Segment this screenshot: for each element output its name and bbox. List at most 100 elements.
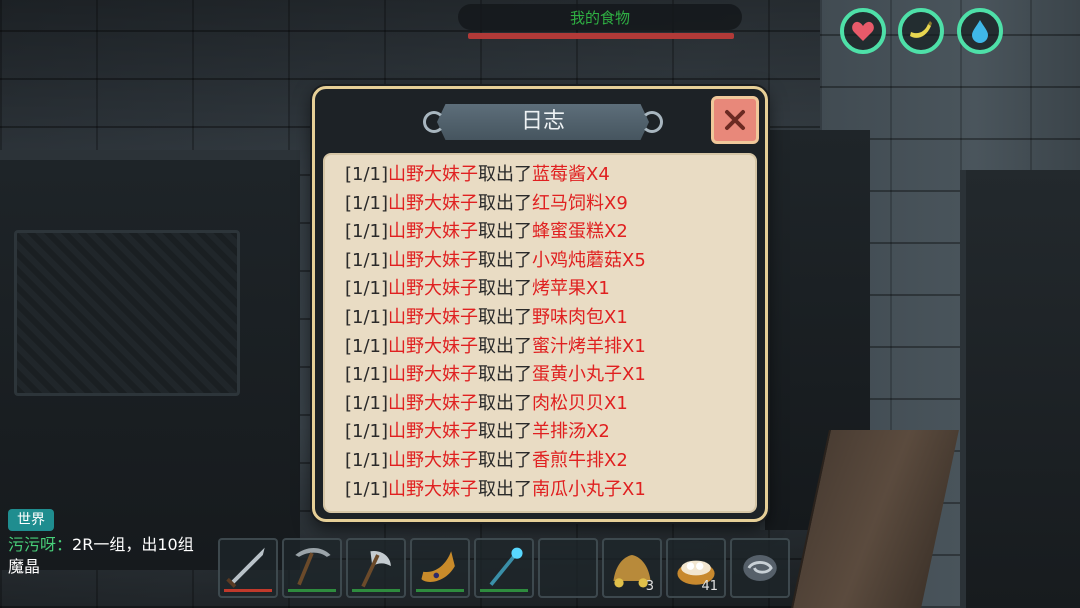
horn-icon <box>421 551 455 582</box>
chat-separator: ： <box>56 535 73 554</box>
log-entry-index: [1/1] <box>345 335 389 357</box>
log-entry-index: [1/1] <box>345 192 389 214</box>
hotbar-slot[interactable] <box>410 538 470 598</box>
log-entry-index: [1/1] <box>345 278 389 300</box>
chat-username: 污污呀 <box>8 535 57 554</box>
log-entry: [1/1]山野大妹子取出了羊排汤X2 <box>345 418 755 447</box>
log-entry-action: 取出了 <box>478 249 533 271</box>
food-progress-bar <box>468 33 734 39</box>
hunger-stat[interactable] <box>898 8 944 54</box>
item-count: 3 <box>645 579 654 594</box>
item-count: 41 <box>701 579 718 594</box>
log-entry-item: 野味肉包X1 <box>532 306 628 328</box>
swirl-stone-icon <box>743 555 777 581</box>
log-entry-index: [1/1] <box>345 306 389 328</box>
log-entry-player: 山野大妹子 <box>388 249 479 271</box>
log-entry-index: [1/1] <box>345 478 389 500</box>
food-title: 我的食物 <box>569 8 630 27</box>
log-entry-item: 蛋黄小丸子X1 <box>532 364 646 386</box>
log-entry-action: 取出了 <box>478 449 533 471</box>
log-entry: [1/1]山野大妹子取出了蜂蜜蛋糕X2 <box>345 218 755 247</box>
empty-slot-icon <box>542 542 594 594</box>
log-list[interactable]: [1/1]山野大妹子取出了蓝莓酱X4 [1/1]山野大妹子取出了红马饲料X9 [1/… <box>323 153 757 513</box>
pickaxe-icon <box>295 548 331 586</box>
log-entry-index: [1/1] <box>345 392 389 414</box>
axe-icon <box>361 550 391 588</box>
chat-channel-tab[interactable]: 世界 <box>8 509 54 531</box>
health-stat[interactable] <box>840 8 886 54</box>
log-entry-item: 肉松贝贝X1 <box>532 392 628 414</box>
hotbar-slot[interactable]: 3 <box>602 538 662 598</box>
durability-bar <box>352 589 400 592</box>
log-entry-item: 羊排汤X2 <box>532 421 610 443</box>
log-entry-player: 山野大妹子 <box>388 364 479 386</box>
log-entry-item: 蓝莓酱X4 <box>532 164 610 185</box>
wooden-cabinet-right <box>960 170 1080 608</box>
log-entry-player: 山野大妹子 <box>388 221 479 243</box>
durability-bar <box>224 589 272 592</box>
log-entry: [1/1]山野大妹子取出了蓝莓酱X4 <box>345 161 755 190</box>
hotbar-slot[interactable] <box>282 538 342 598</box>
log-entry: [1/1]山野大妹子取出了香煎牛排X2 <box>345 447 755 476</box>
log-dialog: 日志 [1/1]山野大妹子取出了蓝莓酱X4 [1/1]山野大妹子取出了红马饲料X9… <box>312 86 768 522</box>
log-entry-item: 蜂蜜蛋糕X2 <box>532 221 628 243</box>
hotbar-slot[interactable] <box>346 538 406 598</box>
food-status-bar: 我的食物 <box>458 4 742 30</box>
sword-icon <box>226 547 265 588</box>
hotbar-slot[interactable] <box>218 538 278 598</box>
log-entry: [1/1]山野大妹子取出了烤苹果X1 <box>345 275 755 304</box>
durability-bar <box>416 589 464 592</box>
hotbar-slot[interactable] <box>730 538 790 598</box>
log-entry-item: 烤苹果X1 <box>532 278 610 300</box>
log-entry-action: 取出了 <box>478 164 533 185</box>
log-entry-player: 山野大妹子 <box>388 421 479 443</box>
dialog-title: 日志 <box>520 109 565 134</box>
banana-icon <box>910 21 932 38</box>
hotbar-slot[interactable] <box>474 538 534 598</box>
log-entry: [1/1]山野大妹子取出了南瓜小丸子X1 <box>345 476 755 505</box>
wooden-cabinet-left <box>0 150 300 570</box>
log-entry-index: [1/1] <box>345 249 389 271</box>
log-entry: [1/1]山野大妹子取出了小鸡炖蘑菇X5 <box>345 247 755 276</box>
log-entry-item: 小鸡炖蘑菇X5 <box>532 249 646 271</box>
log-entry-action: 取出了 <box>478 335 533 357</box>
log-entry-index: [1/1] <box>345 164 389 185</box>
log-entry-player: 山野大妹子 <box>388 192 479 214</box>
log-entry-player: 山野大妹子 <box>388 392 479 414</box>
log-entry-item: 红马饲料X9 <box>532 192 628 214</box>
log-entry-action: 取出了 <box>478 306 533 328</box>
log-entry-index: [1/1] <box>345 421 389 443</box>
log-entry-action: 取出了 <box>478 278 533 300</box>
log-entry-player: 山野大妹子 <box>388 449 479 471</box>
thirst-stat[interactable] <box>957 8 1003 54</box>
heart-icon <box>852 21 874 41</box>
log-entry-player: 山野大妹子 <box>388 306 479 328</box>
log-entry-action: 取出了 <box>478 364 533 386</box>
durability-bar <box>288 589 336 592</box>
log-entry-index: [1/1] <box>345 449 389 471</box>
log-entry-player: 山野大妹子 <box>388 335 479 357</box>
log-entry-action: 取出了 <box>478 221 533 243</box>
log-entry: [1/1]山野大妹子取出了蜜汁烤羊排X1 <box>345 333 755 362</box>
log-entry-item: 香煎牛排X2 <box>532 449 628 471</box>
log-entry-action: 取出了 <box>478 192 533 214</box>
log-entry-index: [1/1] <box>345 221 389 243</box>
log-entry-action: 取出了 <box>478 392 533 414</box>
staff-icon <box>489 547 523 586</box>
food-progress-fill <box>468 33 734 39</box>
log-entry: [1/1]山野大妹子取出了肉松贝贝X1 <box>345 390 755 419</box>
log-entry-player: 山野大妹子 <box>388 164 479 185</box>
dialog-title-banner: 日志 <box>423 104 663 140</box>
log-entry: [1/1]山野大妹子取出了野味肉包X1 <box>345 304 755 333</box>
log-entry-item: 南瓜小丸子X1 <box>532 478 646 500</box>
water-drop-icon <box>972 20 988 43</box>
log-entry-action: 取出了 <box>478 478 533 500</box>
hotbar-slot[interactable] <box>538 538 598 598</box>
hotbar-slot[interactable]: 41 <box>666 538 726 598</box>
log-entry-player: 山野大妹子 <box>388 278 479 300</box>
log-entry: [1/1]山野大妹子取出了红马饲料X9 <box>345 190 755 219</box>
close-button[interactable] <box>711 96 759 144</box>
chat-message[interactable]: 污污呀：2R一组，出10组魔晶 <box>8 534 208 580</box>
log-entry-item: 蜜汁烤羊排X1 <box>532 335 646 357</box>
log-entry-index: [1/1] <box>345 364 389 386</box>
